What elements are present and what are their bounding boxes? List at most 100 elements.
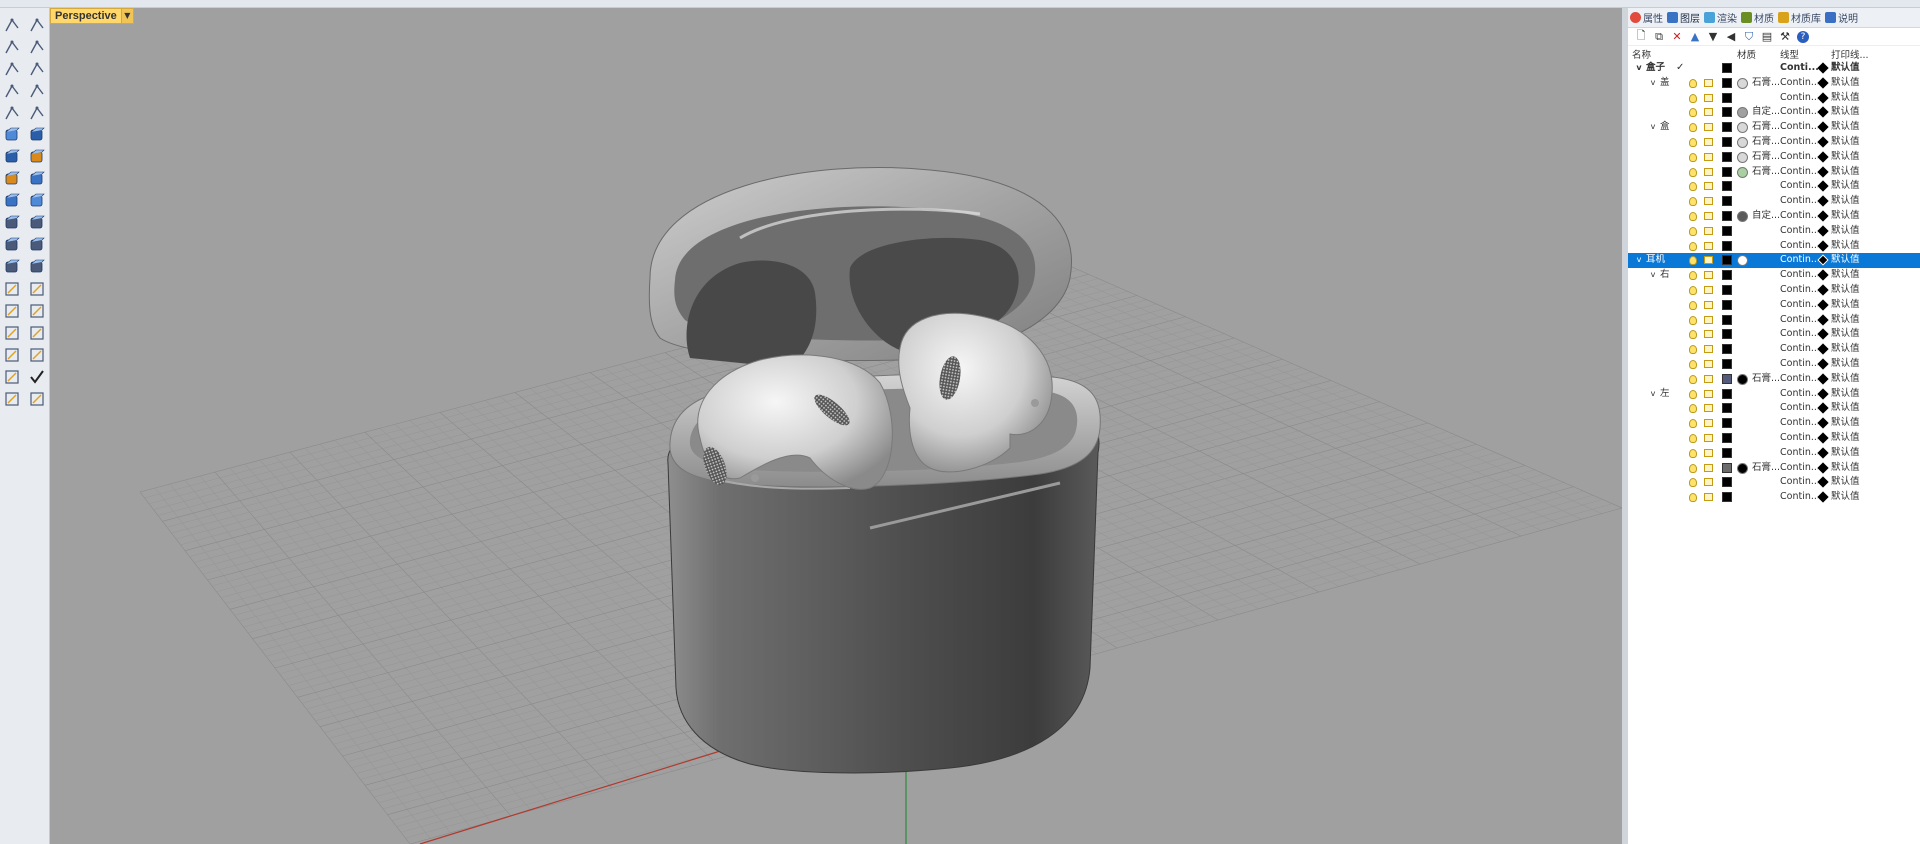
material-ball-icon[interactable] bbox=[1737, 77, 1748, 89]
surface-icon[interactable] bbox=[2, 125, 22, 145]
lock-icon[interactable] bbox=[1704, 167, 1713, 176]
print-width-value[interactable]: 默认值 bbox=[1831, 313, 1860, 328]
linetype-value[interactable]: Contin... bbox=[1780, 298, 1818, 313]
layer-row[interactable]: v 盖 石膏... Contin... 默认值 bbox=[1628, 76, 1920, 91]
linetype-value[interactable]: Contin... bbox=[1780, 490, 1818, 505]
layer-color-swatch[interactable] bbox=[1722, 151, 1732, 162]
layer-name[interactable]: 右 bbox=[1660, 268, 1670, 283]
linetype-value[interactable]: Contin... bbox=[1780, 268, 1818, 283]
layer-row[interactable]: 石膏... Contin... 默认值 bbox=[1628, 150, 1920, 165]
layer-color-swatch[interactable] bbox=[1722, 373, 1732, 384]
polyline-icon[interactable] bbox=[2, 37, 22, 57]
print-color-icon[interactable] bbox=[1817, 106, 1829, 119]
print-width-value[interactable]: 默认值 bbox=[1831, 194, 1860, 209]
layer-color-swatch[interactable] bbox=[1722, 462, 1732, 473]
layer-row[interactable]: Contin... 默认值 bbox=[1628, 475, 1920, 490]
linetype-value[interactable]: Contin... bbox=[1780, 179, 1818, 194]
material-name[interactable]: 自定... bbox=[1752, 105, 1780, 120]
point-icon[interactable] bbox=[27, 15, 47, 35]
tab-library[interactable]: 材质库 bbox=[1778, 10, 1821, 25]
cylinder-icon[interactable] bbox=[2, 169, 22, 189]
layer-row[interactable]: 自定... Contin... 默认值 bbox=[1628, 209, 1920, 224]
box-solid-icon[interactable] bbox=[2, 147, 22, 167]
print-width-value[interactable]: 默认值 bbox=[1831, 342, 1860, 357]
circle-icon[interactable] bbox=[2, 59, 22, 79]
layer-color-swatch[interactable] bbox=[1722, 181, 1732, 192]
lightbulb-icon[interactable] bbox=[1689, 493, 1697, 503]
expand-chevron-icon[interactable]: v bbox=[1648, 120, 1658, 135]
layer-name[interactable]: 盖 bbox=[1660, 76, 1670, 91]
material-ball-icon[interactable] bbox=[1737, 210, 1748, 222]
lock-icon[interactable] bbox=[1704, 256, 1713, 265]
tab-render[interactable]: 渲染 bbox=[1704, 10, 1737, 25]
viewport-title-tab[interactable]: Perspective ▼ bbox=[50, 8, 134, 24]
lightbulb-icon[interactable] bbox=[1689, 93, 1697, 103]
print-color-icon[interactable] bbox=[1817, 461, 1829, 474]
tab-properties[interactable]: 属性 bbox=[1630, 10, 1663, 25]
layer-row[interactable]: Contin... 默认值 bbox=[1628, 446, 1920, 461]
layer-name[interactable]: 盒 bbox=[1660, 120, 1670, 135]
col-linetype[interactable]: 线型 bbox=[1780, 47, 1799, 61]
print-color-icon[interactable] bbox=[1817, 343, 1829, 355]
print-width-value[interactable]: 默认值 bbox=[1831, 165, 1860, 180]
linetype-value[interactable]: Contin... bbox=[1780, 165, 1818, 180]
layer-color-swatch[interactable] bbox=[1722, 344, 1732, 355]
group-icon[interactable] bbox=[2, 301, 22, 321]
filter-icon[interactable]: ⛉ bbox=[1740, 29, 1758, 45]
tab-material[interactable]: 材质 bbox=[1741, 10, 1774, 25]
material-name[interactable]: 石膏... bbox=[1752, 120, 1780, 135]
print-width-value[interactable]: 默认值 bbox=[1831, 150, 1860, 165]
print-width-value[interactable]: 默认值 bbox=[1831, 135, 1860, 150]
layer-color-swatch[interactable] bbox=[1722, 210, 1732, 221]
boolean-icon[interactable] bbox=[27, 169, 47, 189]
lightbulb-icon[interactable] bbox=[1689, 300, 1697, 310]
lock-icon[interactable] bbox=[1704, 448, 1713, 457]
shell-icon[interactable] bbox=[2, 235, 22, 255]
layer-row[interactable]: v 左 Contin... 默认值 bbox=[1628, 387, 1920, 402]
lock-icon[interactable] bbox=[1704, 345, 1713, 354]
print-width-value[interactable]: 默认值 bbox=[1831, 431, 1860, 446]
lock-icon[interactable] bbox=[1704, 493, 1713, 502]
linetype-value[interactable]: Contin... bbox=[1780, 239, 1818, 254]
lock-icon[interactable] bbox=[1704, 389, 1713, 398]
linetype-value[interactable]: Contin... bbox=[1780, 76, 1818, 91]
print-width-value[interactable]: 默认值 bbox=[1831, 179, 1860, 194]
layer-color-swatch[interactable] bbox=[1722, 314, 1732, 325]
layer-color-swatch[interactable] bbox=[1722, 77, 1732, 88]
linetype-value[interactable]: Contin... bbox=[1780, 372, 1818, 387]
layer-color-swatch[interactable] bbox=[1722, 196, 1732, 207]
layer-row[interactable]: Contin... 默认值 bbox=[1628, 416, 1920, 431]
layer-row[interactable]: Contin... 默认值 bbox=[1628, 298, 1920, 313]
layer-row[interactable]: v 右 Contin... 默认值 bbox=[1628, 268, 1920, 283]
lock-icon[interactable] bbox=[1704, 78, 1713, 87]
lock-icon[interactable] bbox=[1704, 182, 1713, 191]
layer-props-icon[interactable]: ▤ bbox=[1758, 29, 1776, 45]
layer-row[interactable]: Contin... 默认值 bbox=[1628, 357, 1920, 372]
print-width-value[interactable]: 默认值 bbox=[1831, 387, 1860, 402]
lock-icon[interactable] bbox=[1704, 137, 1713, 146]
select-arrow-icon[interactable] bbox=[2, 15, 22, 35]
material-ball-icon[interactable] bbox=[1737, 151, 1748, 163]
lightbulb-icon[interactable] bbox=[1689, 211, 1697, 221]
expand-chevron-icon[interactable]: v bbox=[1648, 387, 1658, 402]
blend-icon[interactable] bbox=[27, 235, 47, 255]
lightbulb-icon[interactable] bbox=[1689, 256, 1697, 266]
layer-color-swatch[interactable] bbox=[1722, 432, 1732, 443]
transform-icon[interactable] bbox=[2, 279, 22, 299]
print-width-value[interactable]: 默认值 bbox=[1831, 120, 1860, 135]
split-icon[interactable] bbox=[27, 213, 47, 233]
lock-icon[interactable] bbox=[1704, 271, 1713, 280]
layer-row[interactable]: v 耳机 Contin... 默认值 bbox=[1628, 253, 1920, 269]
layer-color-swatch[interactable] bbox=[1722, 388, 1732, 399]
print-color-icon[interactable] bbox=[1817, 91, 1829, 104]
layer-color-swatch[interactable] bbox=[1722, 63, 1732, 73]
lightbulb-icon[interactable] bbox=[1689, 419, 1697, 429]
lock-icon[interactable] bbox=[1704, 197, 1713, 206]
layer-color-swatch[interactable] bbox=[1722, 299, 1732, 310]
print-color-icon[interactable] bbox=[1817, 225, 1829, 237]
lock-icon[interactable] bbox=[1704, 330, 1713, 339]
print-color-icon[interactable] bbox=[1817, 476, 1829, 488]
print-color-icon[interactable] bbox=[1817, 313, 1829, 326]
chevron-down-icon[interactable]: ▼ bbox=[121, 8, 134, 24]
rebuild-icon[interactable] bbox=[27, 257, 47, 277]
